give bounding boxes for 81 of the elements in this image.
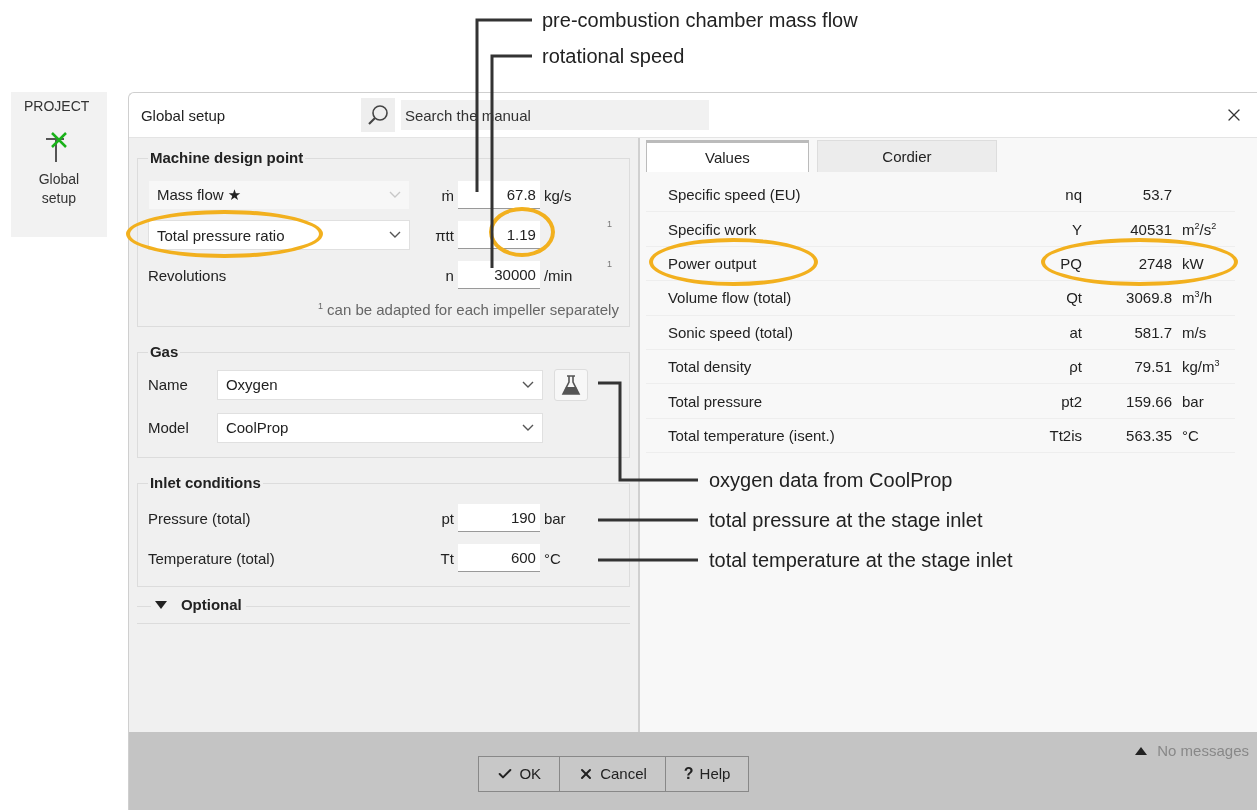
tab[interactable]: Cordier <box>816 140 997 172</box>
chevron-icon <box>521 423 534 432</box>
dropdown[interactable]: Oxygen <box>216 369 543 400</box>
search-icon[interactable] <box>360 98 395 132</box>
value-field[interactable]: 600 <box>457 544 540 572</box>
footnote-text: $^{1}$ can be adapted for each impeller separately <box>316 301 619 318</box>
tab[interactable]: Values <box>645 140 809 172</box>
unit-label: kg/s <box>543 186 573 204</box>
chevron-icon <box>388 191 401 199</box>
annotation-text: rotational speed <box>542 44 685 68</box>
value-field[interactable]: 190 <box>457 504 540 532</box>
symbol-label: Qt <box>1065 289 1082 307</box>
unit-label: °C <box>543 549 562 567</box>
result-value: 563.35 <box>1125 426 1172 444</box>
status-text: No messages <box>1157 742 1249 759</box>
dialog-button[interactable]: OK <box>479 756 561 791</box>
symbol-label: PQ <box>1059 254 1082 272</box>
annotation-text: total pressure at the stage inlet <box>709 508 983 532</box>
result-value: 2748 <box>1137 254 1172 272</box>
symbol-label: pt2 <box>1060 392 1082 410</box>
panel-heading: PROJECT <box>24 98 90 114</box>
dialog-button[interactable]: ? Help <box>665 756 749 791</box>
symbol-label: Y <box>1071 220 1082 238</box>
value-field[interactable]: 1.19 <box>457 221 540 249</box>
field-label: Temperature (total) <box>147 549 276 567</box>
symbol-label: n <box>445 266 454 284</box>
result-label: Power output <box>667 254 758 272</box>
project-item[interactable]: Global setup <box>28 170 89 208</box>
value-field[interactable]: 30000 <box>457 261 540 289</box>
field-label: Model <box>147 419 190 436</box>
dialog-button[interactable]: Cancel <box>560 756 666 791</box>
symbol-label: nq <box>1064 186 1082 204</box>
symbol-label: ṁ <box>441 186 454 204</box>
unit-label: m$^{2}$/s$^{2}$ <box>1182 220 1218 238</box>
unit-label: bar <box>1182 392 1205 410</box>
field-label: Name <box>147 376 189 393</box>
result-value: 3069.8 <box>1125 289 1172 307</box>
footnote-mark: 1 <box>606 259 613 269</box>
symbol-label: πtt <box>435 226 454 244</box>
unit-label: kW <box>1182 254 1205 272</box>
unit-label: /min <box>543 266 574 284</box>
group-title: Machine design point <box>147 149 306 166</box>
annotation-text: oxygen data from CoolProp <box>709 468 953 492</box>
symbol-label: ρt <box>1068 358 1082 376</box>
symbol-label: Tt <box>440 549 454 567</box>
result-label: Total density <box>667 358 753 376</box>
group-title: Inlet conditions <box>147 474 263 491</box>
dropdown[interactable]: Total pressure ratio <box>147 220 410 250</box>
result-label: Volume flow (total) <box>667 289 793 307</box>
caret-icon <box>154 600 167 609</box>
symbol-label: at <box>1068 323 1082 341</box>
result-label: Sonic speed (total) <box>667 323 794 341</box>
result-label: Specific speed (EU) <box>667 186 802 204</box>
result-value: 581.7 <box>1133 323 1172 341</box>
unit-label: m/s <box>1182 323 1208 341</box>
annotation-text: pre-combustion chamber mass flow <box>542 8 858 32</box>
flask-button[interactable] <box>553 368 588 401</box>
unit-label: bar <box>543 509 567 527</box>
unit-label: °C <box>1182 426 1200 444</box>
chevron-icon <box>521 380 534 389</box>
triangle-icon[interactable] <box>1135 746 1148 755</box>
result-value: 53.7 <box>1141 186 1172 204</box>
result-label: Specific work <box>667 220 758 238</box>
optional-section-toggle[interactable]: Optional <box>150 596 246 613</box>
result-value: 40531 <box>1129 220 1172 238</box>
chevron-icon <box>388 231 401 239</box>
footnote-mark: 1 <box>606 219 613 229</box>
result-label: Total pressure <box>667 392 764 410</box>
result-label: Total temperature (isent.) <box>667 426 836 444</box>
flask-icon <box>560 373 581 396</box>
symbol-label: pt <box>441 509 454 527</box>
unit-label: m$^{3}$/h <box>1182 289 1214 307</box>
field-label: Pressure (total) <box>147 509 252 527</box>
unit-label: kg/m$^{3}$ <box>1182 358 1221 376</box>
symbol-label: Tt2is <box>1048 426 1082 444</box>
dropdown[interactable]: CoolProp <box>216 412 543 443</box>
window-title: Global setup <box>140 106 227 124</box>
result-value: 159.66 <box>1125 392 1172 410</box>
result-value: 79.51 <box>1133 358 1172 376</box>
field-label: Revolutions <box>147 266 228 284</box>
annotation-text: total temperature at the stage inlet <box>709 548 1013 572</box>
